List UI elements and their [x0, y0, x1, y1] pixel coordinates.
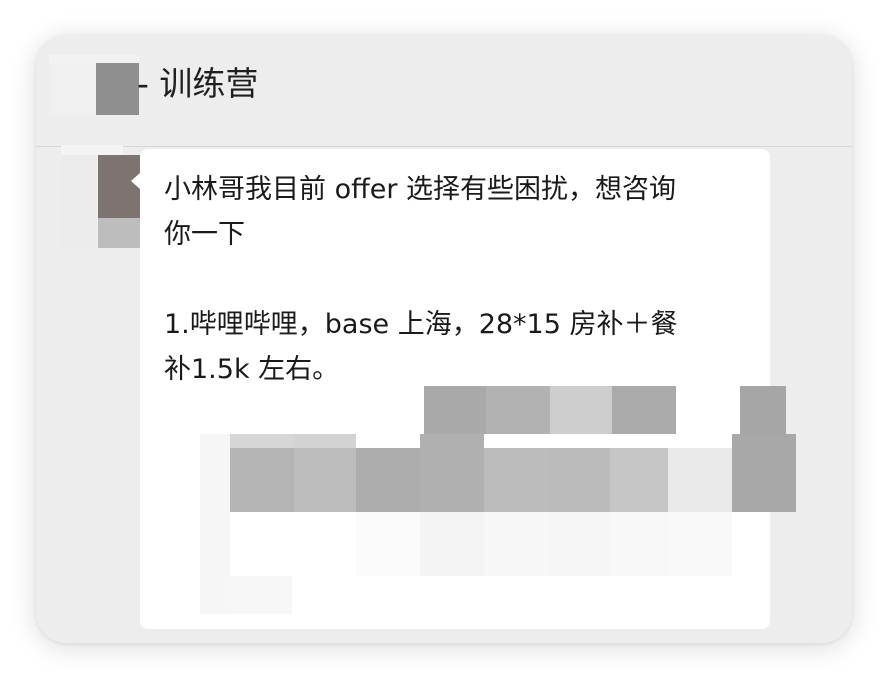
bubble-tail [131, 172, 141, 190]
redacted-content-mosaic [164, 350, 796, 614]
chat-header: - 训练营 [36, 35, 852, 147]
message-line-2: 你一下 [164, 219, 245, 250]
sender-avatar[interactable] [61, 145, 158, 248]
message-line-3: 1.哔哩哔哩，base 上海，28*15 房补＋餐 [164, 309, 678, 340]
redacted-group-name-mosaic [49, 55, 139, 115]
chat-title[interactable]: - 训练营 [137, 62, 258, 106]
message-line-1: 小林哥我目前 offer 选择有些困扰，想咨询 [164, 174, 676, 205]
